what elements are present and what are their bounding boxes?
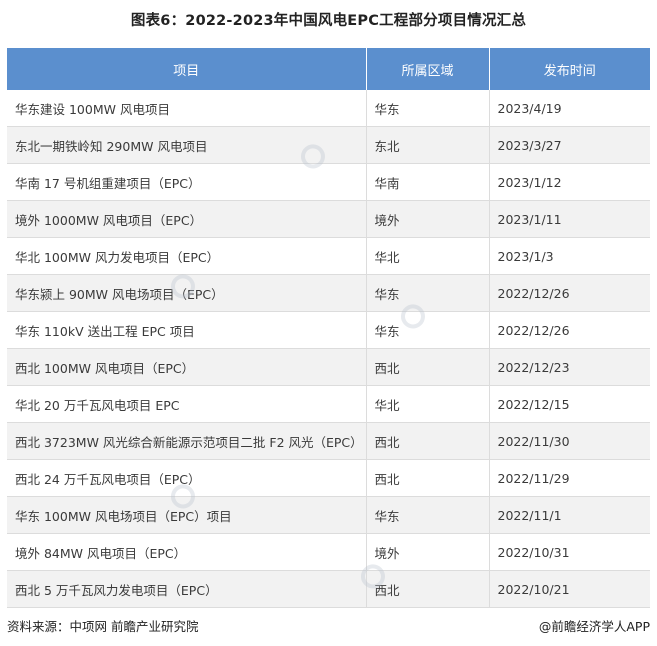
date-cell: 2022/11/29 <box>489 459 650 497</box>
table-row: 西北 24 万千瓦风电项目（EPC） 西北 2022/11/29 <box>7 459 650 497</box>
region-cell: 西北 <box>366 570 490 608</box>
table-row: 华北 20 万千瓦风电项目 EPC 华北 2022/12/15 <box>7 385 650 423</box>
region-cell: 西北 <box>366 422 490 460</box>
date-cell: 2023/3/27 <box>489 126 650 164</box>
region-cell: 华东 <box>366 90 490 127</box>
chart-title: 图表6：2022-2023年中国风电EPC工程部分项目情况汇总 <box>130 13 527 29</box>
project-cell: 华北 20 万千瓦风电项目 EPC <box>7 385 367 423</box>
project-cell: 西北 24 万千瓦风电项目（EPC） <box>7 459 367 497</box>
project-cell: 华东 110kV 送出工程 EPC 项目 <box>7 311 367 349</box>
project-cell: 境外 84MW 风电项目（EPC） <box>7 533 367 571</box>
project-cell: 华南 17 号机组重建项目（EPC） <box>7 163 367 201</box>
date-cell: 2023/4/19 <box>489 90 650 127</box>
table-row: 境外 84MW 风电项目（EPC） 境外 2022/10/31 <box>7 533 650 571</box>
project-cell: 西北 100MW 风电项目（EPC） <box>7 348 367 386</box>
table-row: 华东 100MW 风电场项目（EPC）项目 华东 2022/11/1 <box>7 496 650 534</box>
table-row: 华东颍上 90MW 风电场项目（EPC） 华东 2022/12/26 <box>7 274 650 312</box>
project-cell: 西北 3723MW 风光综合新能源示范项目二批 F2 风光（EPC） <box>7 422 367 460</box>
table-row: 西北 5 万千瓦风力发电项目（EPC） 西北 2022/10/21 <box>7 570 650 608</box>
region-cell: 华东 <box>366 496 490 534</box>
region-cell: 华北 <box>366 237 490 275</box>
region-cell: 华南 <box>366 163 490 201</box>
column-header-region: 所属区域 <box>366 48 490 90</box>
project-cell: 华北 100MW 风力发电项目（EPC） <box>7 237 367 275</box>
project-cell: 西北 5 万千瓦风力发电项目（EPC） <box>7 570 367 608</box>
date-cell: 2022/10/31 <box>489 533 650 571</box>
table-row: 华北 100MW 风力发电项目（EPC） 华北 2023/1/3 <box>7 237 650 275</box>
region-cell: 华东 <box>366 274 490 312</box>
brand-credit: @前瞻经济学人APP <box>538 619 650 634</box>
table-row: 西北 3723MW 风光综合新能源示范项目二批 F2 风光（EPC） 西北 2022… <box>7 422 650 460</box>
table-row: 华东建设 100MW 风电项目 华东 2023/4/19 <box>7 90 650 127</box>
date-cell: 2022/12/15 <box>489 385 650 423</box>
region-cell: 东北 <box>366 126 490 164</box>
region-cell: 华北 <box>366 385 490 423</box>
project-cell: 东北一期铁岭知 290MW 风电项目 <box>7 126 367 164</box>
table-row: 西北 100MW 风电项目（EPC） 西北 2022/12/23 <box>7 348 650 386</box>
project-cell: 华东 100MW 风电场项目（EPC）项目 <box>7 496 367 534</box>
project-cell: 华东颍上 90MW 风电场项目（EPC） <box>7 274 367 312</box>
date-cell: 2023/1/3 <box>489 237 650 275</box>
date-cell: 2023/1/11 <box>489 200 650 238</box>
table-row: 境外 1000MW 风电项目（EPC） 境外 2023/1/11 <box>7 200 650 238</box>
date-cell: 2022/10/21 <box>489 570 650 608</box>
table-row: 华东 110kV 送出工程 EPC 项目 华东 2022/12/26 <box>7 311 650 349</box>
date-cell: 2022/12/26 <box>489 311 650 349</box>
data-table: 项目 所属区域 发布时间 华东建设 100MW 风电项目 华东 2023/4/19 东… <box>7 48 650 608</box>
date-cell: 2022/11/30 <box>489 422 650 460</box>
source-note: 资料来源：中项网 前瞻产业研究院 <box>7 619 199 634</box>
date-cell: 2022/12/23 <box>489 348 650 386</box>
table-header-row: 项目 所属区域 发布时间 <box>7 48 650 90</box>
column-header-date: 发布时间 <box>489 48 650 90</box>
region-cell: 西北 <box>366 459 490 497</box>
date-cell: 2022/12/26 <box>489 274 650 312</box>
table-row: 东北一期铁岭知 290MW 风电项目 东北 2023/3/27 <box>7 126 650 164</box>
project-cell: 境外 1000MW 风电项目（EPC） <box>7 200 367 238</box>
region-cell: 境外 <box>366 200 490 238</box>
region-cell: 华东 <box>366 311 490 349</box>
region-cell: 境外 <box>366 533 490 571</box>
project-cell: 华东建设 100MW 风电项目 <box>7 90 367 127</box>
footer: 资料来源：中项网 前瞻产业研究院 @前瞻经济学人APP <box>7 616 650 634</box>
date-cell: 2022/11/1 <box>489 496 650 534</box>
table-row: 华南 17 号机组重建项目（EPC） 华南 2023/1/12 <box>7 163 650 201</box>
region-cell: 西北 <box>366 348 490 386</box>
column-header-project: 项目 <box>7 48 367 90</box>
date-cell: 2023/1/12 <box>489 163 650 201</box>
